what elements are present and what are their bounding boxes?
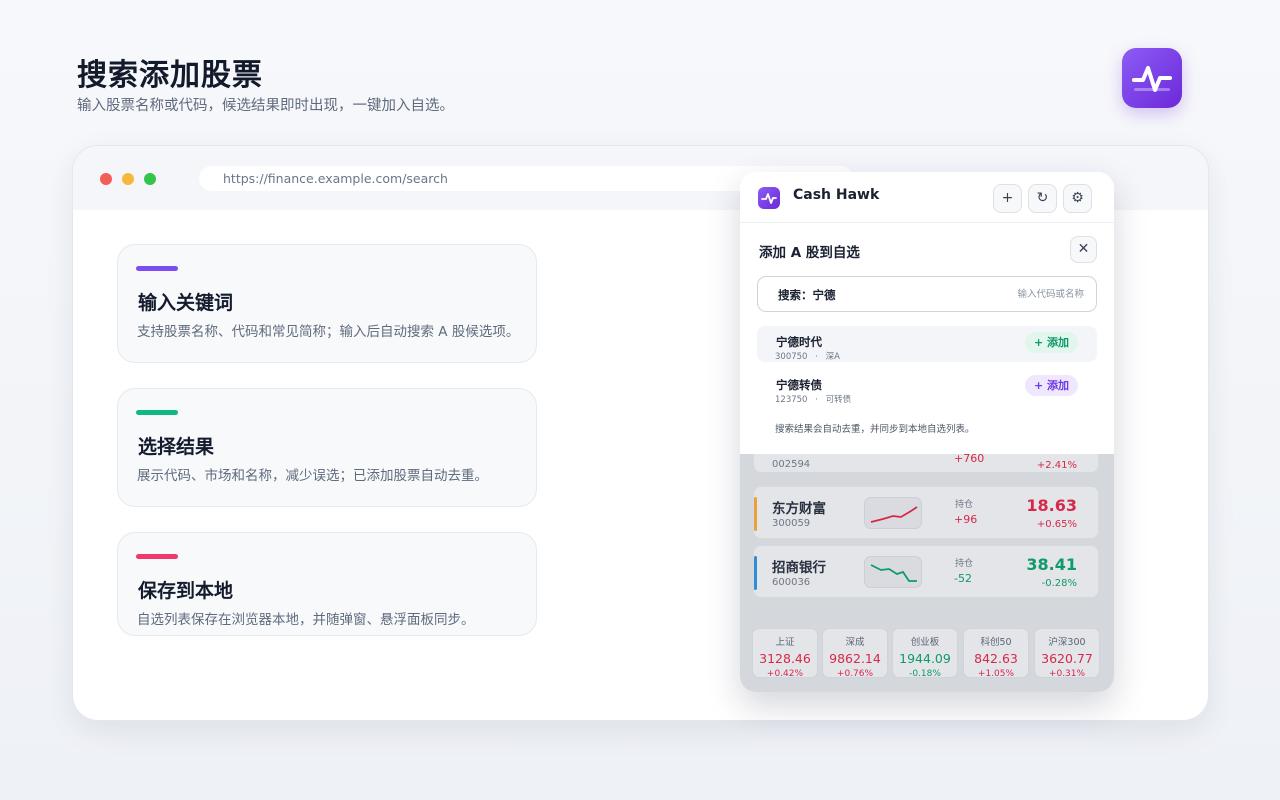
page-subtitle: 输入股票名称或代码，候选结果即时出现，一键加入自选。 <box>77 98 454 114</box>
index-value: 842.63 <box>974 651 1018 666</box>
index-pct: +0.76% <box>836 669 874 679</box>
maximize-window-dot[interactable] <box>144 173 156 185</box>
index-pct: -0.18% <box>909 669 941 679</box>
feature-description: 展示代码、市场和名称，减少误选；已添加股票自动去重。 <box>137 468 488 484</box>
add-button[interactable]: + <box>993 184 1022 213</box>
index-pct: +0.42% <box>766 669 804 679</box>
feature-card-save: 保存到本地 自选列表保存在浏览器本地，并随弹窗、悬浮面板同步。 <box>117 532 537 636</box>
feature-description: 支持股票名称、代码和常见简称；输入后自动搜索 A 股候选项。 <box>137 324 520 340</box>
index-box[interactable]: 深成 9862.14 +0.76% <box>822 628 888 679</box>
add-to-watchlist-button[interactable]: + 添加 <box>1024 375 1078 396</box>
index-name: 沪深300 <box>1048 637 1086 648</box>
stock-name: 招商银行 <box>772 560 826 576</box>
index-name: 科创50 <box>980 637 1012 648</box>
add-stock-popup: Cash Hawk + ↻ ⚙ 添加 A 股到自选 ✕ 搜索：宁德 宁德时代 3… <box>740 172 1114 454</box>
result-code: 123750 <box>775 395 808 405</box>
stock-row[interactable]: 招商银行 600036 持仓 -52 38.41 -0.28% <box>753 545 1099 598</box>
stock-row[interactable]: 东方财富 300059 持仓 +96 18.63 +0.65% <box>753 486 1099 539</box>
index-value: 1944.09 <box>899 651 951 666</box>
app-name: Cash Hawk <box>793 187 880 203</box>
extension-panel: 002594 +760 +2.41% 东方财富 300059 持仓 +96 18… <box>740 172 1114 692</box>
index-pct: +0.31% <box>1048 669 1086 679</box>
hold-value: -52 <box>954 572 972 585</box>
hold-label: 持仓 <box>955 559 974 569</box>
feature-title: 选择结果 <box>138 436 215 458</box>
result-meta: 300750 · 深A <box>775 350 840 362</box>
index-value: 9862.14 <box>829 651 881 666</box>
minimize-window-dot[interactable] <box>122 173 134 185</box>
stock-code: 300059 <box>772 518 811 529</box>
result-name: 宁德时代 <box>776 335 822 349</box>
stock-accent-bar <box>754 556 757 590</box>
search-input[interactable] <box>924 285 1084 303</box>
index-value: 3128.46 <box>759 651 811 666</box>
search-result-item[interactable]: 宁德转债 123750 · 可转债 + 添加 <box>757 369 1097 405</box>
settings-button[interactable]: ⚙ <box>1063 184 1092 213</box>
stock-pct: +0.65% <box>1036 519 1077 530</box>
result-separator: · <box>815 352 818 362</box>
stock-pct: +2.41% <box>1036 460 1077 471</box>
feature-accent-bar <box>136 266 178 271</box>
pulse-icon <box>1132 66 1172 92</box>
stock-name: 东方财富 <box>772 501 826 517</box>
stock-code: 600036 <box>772 577 811 588</box>
index-value: 3620.77 <box>1041 651 1093 666</box>
stock-price: 38.41 <box>1026 555 1077 574</box>
result-market: 可转债 <box>825 395 852 405</box>
index-name: 深成 <box>845 637 865 648</box>
result-code: 300750 <box>775 352 808 362</box>
feature-title: 输入关键词 <box>138 292 234 314</box>
sparkline <box>864 497 922 529</box>
stock-pct: -0.28% <box>1041 578 1077 589</box>
popup-header: Cash Hawk + ↻ ⚙ <box>740 172 1114 223</box>
feature-accent-bar <box>136 554 178 559</box>
popup-title: 添加 A 股到自选 <box>759 245 860 261</box>
search-result-item[interactable]: 宁德时代 300750 · 深A + 添加 <box>757 326 1097 362</box>
search-box[interactable]: 搜索：宁德 <box>757 276 1097 312</box>
sparkline <box>864 556 922 588</box>
feature-accent-bar <box>136 410 178 415</box>
page-title: 搜索添加股票 <box>77 58 263 93</box>
hold-value: +96 <box>954 513 978 526</box>
feature-card-keyword: 输入关键词 支持股票名称、代码和常见简称；输入后自动搜索 A 股候选项。 <box>117 244 537 363</box>
hold-label: 持仓 <box>955 500 974 510</box>
feature-title: 保存到本地 <box>138 580 234 602</box>
result-name: 宁德转债 <box>776 378 822 392</box>
index-name: 上证 <box>775 637 795 648</box>
index-pct: +1.05% <box>977 669 1015 679</box>
stock-code: 002594 <box>772 459 811 470</box>
popup-logo <box>758 187 780 209</box>
index-box[interactable]: 沪深300 3620.77 +0.31% <box>1034 628 1100 679</box>
stock-accent-bar <box>754 497 757 531</box>
stock-price: 18.63 <box>1026 496 1077 515</box>
close-button[interactable]: ✕ <box>1070 236 1097 263</box>
add-to-watchlist-button[interactable]: + 添加 <box>1024 332 1078 353</box>
feature-card-select: 选择结果 展示代码、市场和名称，减少误选；已添加股票自动去重。 <box>117 388 537 507</box>
close-window-dot[interactable] <box>100 173 112 185</box>
index-box[interactable]: 科创50 842.63 +1.05% <box>963 628 1029 679</box>
search-label: 搜索：宁德 <box>778 288 836 302</box>
result-meta: 123750 · 可转债 <box>775 393 851 405</box>
result-market: 深A <box>825 352 840 362</box>
result-separator: · <box>815 395 818 405</box>
pulse-icon <box>761 193 777 204</box>
feature-description: 自选列表保存在浏览器本地，并随弹窗、悬浮面板同步。 <box>137 612 475 628</box>
popup-note: 搜索结果会自动去重，并同步到本地自选列表。 <box>775 424 975 435</box>
refresh-button[interactable]: ↻ <box>1028 184 1057 213</box>
index-box[interactable]: 上证 3128.46 +0.42% <box>752 628 818 679</box>
app-logo <box>1122 48 1182 108</box>
index-name: 创业板 <box>910 637 940 648</box>
index-box[interactable]: 创业板 1944.09 -0.18% <box>892 628 958 679</box>
